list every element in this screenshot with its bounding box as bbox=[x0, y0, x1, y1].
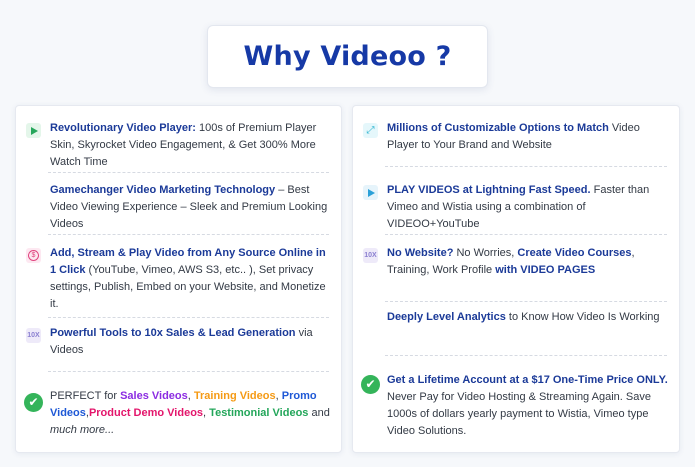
features-panel-left: Revolutionary Video Player: 100s of Prem… bbox=[15, 105, 342, 453]
features-panel-right: ⤢ Millions of Customizable Options to Ma… bbox=[352, 105, 680, 453]
feature-text: Deeply Level Analytics to Know How Video… bbox=[387, 309, 671, 326]
divider bbox=[48, 234, 329, 235]
feature-highlight: Millions of Customizable Options to Matc… bbox=[387, 122, 609, 134]
product-demo-videos-label: Product Demo Videos bbox=[88, 407, 204, 419]
divider bbox=[48, 172, 329, 173]
feature-text: Gamechanger Video Marketing Technology –… bbox=[50, 182, 333, 233]
feature-highlight: with VIDEO PAGES bbox=[495, 264, 596, 276]
feature-desc: Never Pay for Video Hosting & Streaming … bbox=[387, 391, 651, 437]
feature-highlight: PLAY VIDEOS at Lightning Fast Speed. bbox=[387, 184, 591, 196]
sales-videos-label: Sales Videos bbox=[120, 390, 188, 402]
feature-text: No Website? No Worries, Create Video Cou… bbox=[387, 245, 671, 279]
play-icon bbox=[26, 123, 41, 138]
divider bbox=[385, 166, 667, 167]
feature-text: Millions of Customizable Options to Matc… bbox=[387, 120, 671, 154]
dollar-icon: $ bbox=[26, 248, 41, 263]
training-videos-label: Training Videos bbox=[193, 390, 276, 402]
feature-highlight: No Website? bbox=[387, 247, 454, 259]
divider bbox=[385, 301, 667, 302]
text-run: PERFECT for bbox=[50, 390, 121, 402]
feature-highlight: Gamechanger Video Marketing Technology bbox=[50, 184, 276, 196]
feature-highlight: Create Video Courses bbox=[517, 247, 632, 259]
feature-desc: to Know How Video Is Working bbox=[505, 311, 660, 323]
feature-text: Powerful Tools to 10x Sales & Lead Gener… bbox=[50, 325, 333, 359]
text-run: No Worries, bbox=[453, 247, 518, 259]
divider bbox=[385, 234, 667, 235]
feature-highlight: Powerful Tools to 10x Sales & Lead Gener… bbox=[50, 327, 296, 339]
title-card: Why Videoo ? bbox=[207, 25, 488, 88]
check-icon: ✔ bbox=[361, 375, 380, 394]
feature-highlight: Revolutionary Video Player: bbox=[50, 122, 196, 134]
expand-icon: ⤢ bbox=[363, 123, 378, 138]
feature-text: Add, Stream & Play Video from Any Source… bbox=[50, 245, 333, 313]
feature-text: PLAY VIDEOS at Lightning Fast Speed. Fas… bbox=[387, 182, 671, 233]
page-title: Why Videoo ? bbox=[243, 41, 452, 72]
10x-icon: 10X bbox=[363, 248, 378, 263]
divider bbox=[385, 355, 667, 356]
feature-highlight: Get a Lifetime Account at a $17 One-Time… bbox=[387, 374, 668, 386]
feature-text: PERFECT for Sales Videos, Training Video… bbox=[50, 388, 333, 439]
divider bbox=[48, 317, 329, 318]
check-icon: ✔ bbox=[24, 393, 43, 412]
play-icon bbox=[363, 185, 378, 200]
testimonial-videos-label: Testimonial Videos bbox=[209, 407, 309, 419]
feature-text: Get a Lifetime Account at a $17 One-Time… bbox=[387, 372, 671, 440]
much-more-label: much more... bbox=[50, 424, 115, 436]
10x-icon: 10X bbox=[26, 328, 41, 343]
feature-desc: (YouTube, Vimeo, AWS S3, etc.. ), Set pr… bbox=[50, 264, 326, 310]
divider bbox=[48, 371, 329, 372]
feature-highlight: Deeply Level Analytics bbox=[387, 311, 506, 323]
feature-text: Revolutionary Video Player: 100s of Prem… bbox=[50, 120, 333, 171]
text-run: and bbox=[308, 407, 330, 419]
